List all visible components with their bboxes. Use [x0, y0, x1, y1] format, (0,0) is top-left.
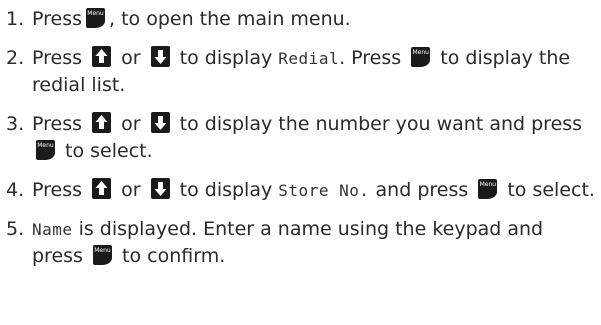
step-text-segment: , to open the main menu.: [109, 8, 351, 30]
display-text-store-no: Store No.: [278, 181, 370, 200]
list-item: 5. Name is displayed. Enter a name using…: [6, 216, 595, 270]
menu-key-label: Menu: [37, 142, 54, 149]
step-text-segment: or: [121, 179, 141, 201]
instruction-page: 1. Press Menu , to open the main menu. 2. …: [0, 0, 601, 325]
menu-key-icon: Menu: [478, 179, 498, 199]
list-item: 2. Press or to display Redial. Press Men…: [6, 45, 595, 99]
list-item: 4. Press or to display Store No. and pre…: [6, 177, 595, 204]
down-arrow-icon: [150, 112, 170, 133]
menu-key-label: Menu: [479, 181, 497, 188]
menu-key-label: Menu: [87, 10, 104, 17]
step-text-segment: to display: [179, 47, 273, 69]
step-number: 4.: [6, 179, 25, 201]
menu-key-icon: Menu: [86, 8, 106, 28]
step-text-segment: to display the number you want and press: [179, 113, 583, 135]
step-text-segment: to select.: [507, 179, 595, 201]
instruction-list: 1. Press Menu , to open the main menu. 2. …: [6, 6, 595, 270]
step-text-segment: Press: [32, 47, 83, 69]
step-text: Press or to display the number you want …: [32, 111, 595, 165]
up-arrow-icon: [92, 112, 112, 133]
step-number: 3.: [6, 113, 25, 135]
step-text-segment: to confirm.: [122, 245, 226, 267]
step-text-segment: and press: [375, 179, 469, 201]
down-arrow-icon: [150, 46, 170, 67]
display-text-redial: Redial: [278, 49, 340, 68]
list-item: 3. Press or to display the number you wa…: [6, 111, 595, 165]
list-item: 1. Press Menu , to open the main menu.: [6, 6, 595, 33]
step-text-segment: to display: [179, 179, 273, 201]
step-text-segment: Press: [32, 179, 83, 201]
menu-key-icon: Menu: [411, 47, 431, 67]
display-text-name: Name: [32, 220, 73, 239]
step-text: Press Menu , to open the main menu.: [32, 6, 595, 33]
step-number: 2.: [6, 47, 25, 69]
up-arrow-icon: [92, 46, 112, 67]
step-text: Press or to display Store No. and press …: [32, 177, 595, 204]
step-number: 1.: [6, 8, 25, 30]
step-text-segment: or: [121, 113, 141, 135]
menu-key-icon: Menu: [93, 245, 112, 265]
menu-key-label: Menu: [94, 247, 111, 254]
step-text-segment: Press: [32, 8, 83, 30]
up-arrow-icon: [92, 178, 112, 199]
step-text-segment: Press: [32, 113, 83, 135]
step-text: Name is displayed. Enter a name using th…: [32, 216, 595, 270]
step-text-segment: to select.: [65, 140, 153, 162]
menu-key-icon: Menu: [36, 140, 55, 160]
step-text: Press or to display Redial. Press Menu t…: [32, 45, 595, 99]
step-text-segment: . Press: [339, 47, 402, 69]
step-text-segment: or: [121, 47, 141, 69]
down-arrow-icon: [150, 178, 170, 199]
menu-key-label: Menu: [412, 49, 429, 56]
step-number: 5.: [6, 218, 25, 240]
